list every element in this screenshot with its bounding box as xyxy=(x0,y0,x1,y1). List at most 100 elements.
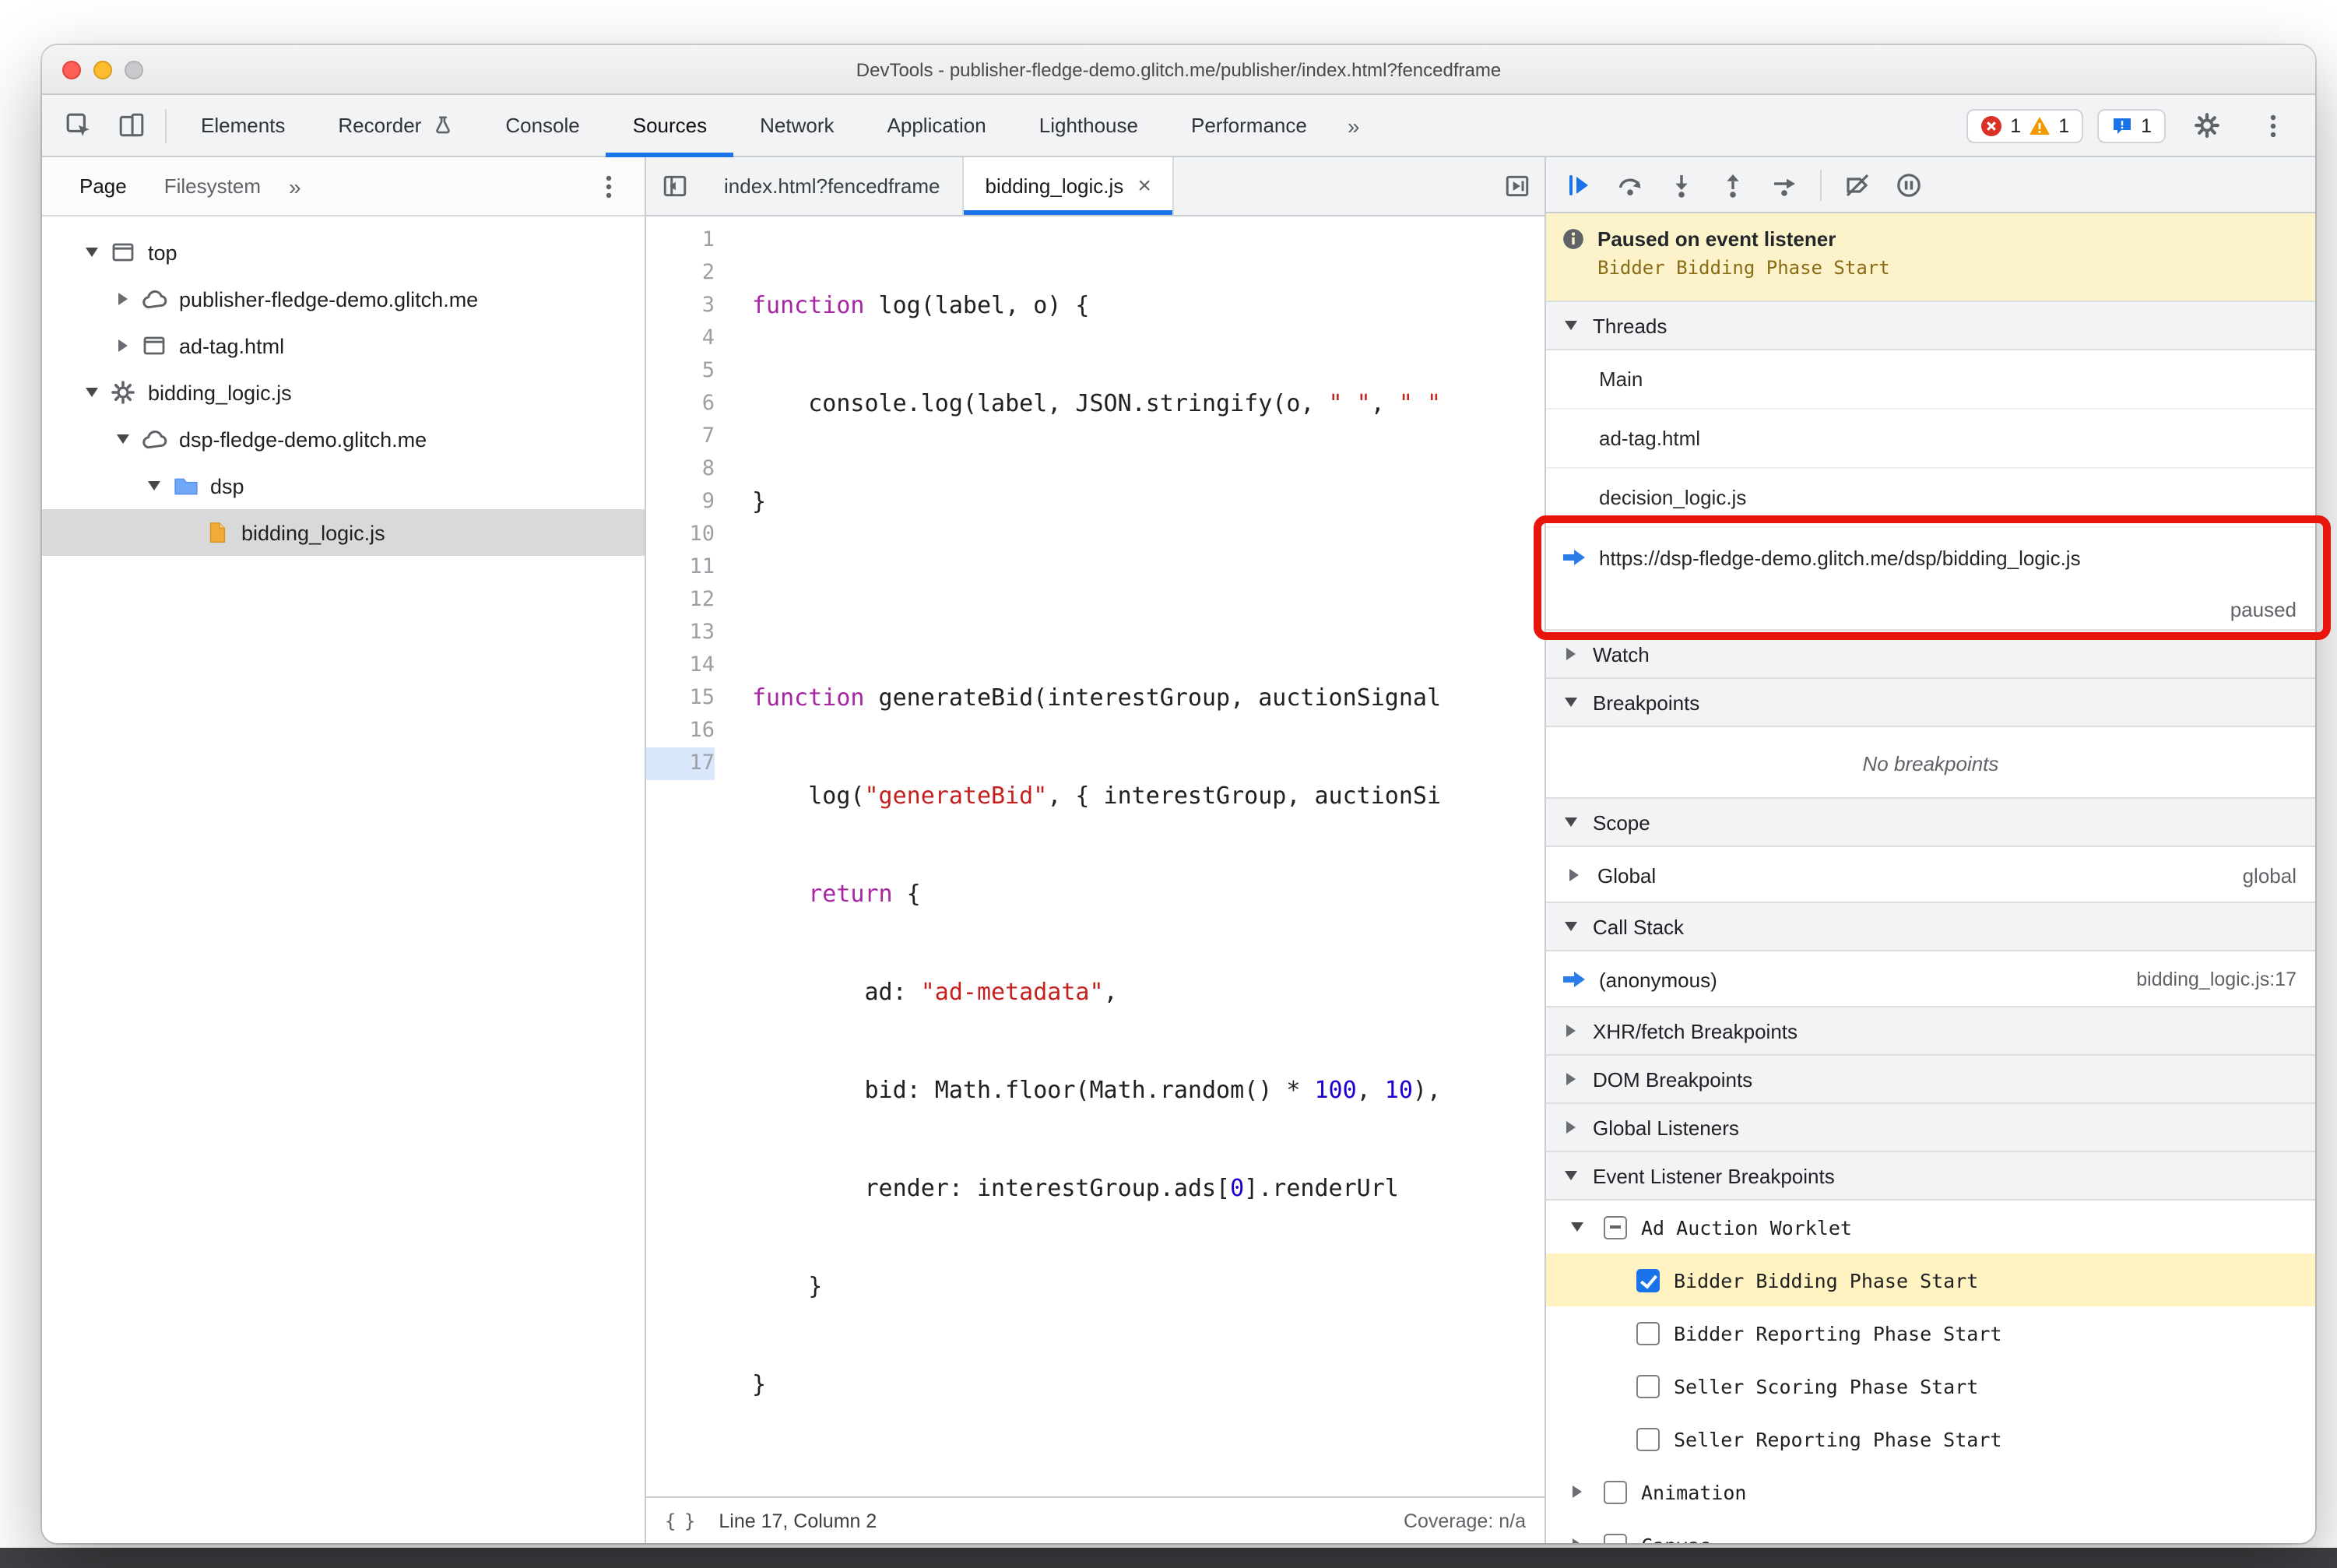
disclosure-triangle-icon[interactable] xyxy=(79,388,104,397)
tree-item-publisher-domain[interactable]: publisher-fledge-demo.glitch.me xyxy=(42,276,645,322)
step-into-button[interactable] xyxy=(1669,172,1694,197)
section-threads-header[interactable]: Threads xyxy=(1546,301,2315,350)
tree-item-bidding-logic-worklet[interactable]: bidding_logic.js xyxy=(42,369,645,416)
more-navigator-tabs-button[interactable]: » xyxy=(279,157,311,215)
tree-item-ad-tag[interactable]: ad-tag.html xyxy=(42,322,645,369)
disclosure-triangle-icon[interactable] xyxy=(111,434,135,444)
code-editor[interactable]: 1 2 3 4 5 6 7 8 9 10 11 12 13 14 15 16 1… xyxy=(646,216,1545,1496)
pause-on-exceptions-button[interactable] xyxy=(1896,172,1921,197)
chevron-down-icon xyxy=(1560,698,1582,707)
close-tab-icon[interactable]: × xyxy=(1137,174,1151,198)
section-scope-header[interactable]: Scope xyxy=(1546,797,2315,847)
section-dom-breakpoints-header[interactable]: DOM Breakpoints xyxy=(1546,1054,2315,1104)
checkbox-bidder-bidding-phase-start[interactable] xyxy=(1636,1268,1660,1292)
checkbox-canvas[interactable] xyxy=(1604,1533,1627,1543)
checkbox-seller-reporting-phase-start[interactable] xyxy=(1636,1427,1660,1450)
step-button[interactable] xyxy=(1772,172,1797,197)
info-icon xyxy=(1563,229,1583,249)
elb-item-seller-scoring-phase-start[interactable]: Seller Scoring Phase Start xyxy=(1546,1359,2315,1412)
section-title: DOM Breakpoints xyxy=(1593,1067,1753,1091)
thread-row-ad-tag[interactable]: ad-tag.html xyxy=(1546,410,2315,469)
section-breakpoints-header[interactable]: Breakpoints xyxy=(1546,677,2315,727)
step-over-button[interactable] xyxy=(1618,172,1643,197)
section-watch-header[interactable]: Watch xyxy=(1546,629,2315,679)
code-line: render: interestGroup.ads[0].renderUrl xyxy=(752,1174,1399,1202)
elb-item-seller-reporting-phase-start[interactable]: Seller Reporting Phase Start xyxy=(1546,1412,2315,1465)
disclosure-triangle-icon[interactable] xyxy=(1565,1485,1590,1498)
tab-recorder[interactable]: Recorder xyxy=(311,95,479,156)
elb-item-bidder-reporting-phase-start[interactable]: Bidder Reporting Phase Start xyxy=(1546,1306,2315,1359)
elb-item-bidder-bidding-phase-start[interactable]: Bidder Bidding Phase Start xyxy=(1546,1253,2315,1306)
resume-icon xyxy=(1569,174,1588,195)
fullscreen-window-button[interactable] xyxy=(125,60,143,79)
menu-button[interactable] xyxy=(2247,102,2300,149)
tab-console[interactable]: Console xyxy=(479,95,606,156)
code-lines: function log(label, o) { console.log(lab… xyxy=(736,216,1545,1496)
thread-row-decision-logic[interactable]: decision_logic.js xyxy=(1546,469,2315,528)
tab-overflow-button[interactable] xyxy=(1488,157,1545,215)
close-window-button[interactable] xyxy=(62,60,81,79)
editor-pane: index.html?fencedframe bidding_logic.js … xyxy=(646,157,1546,1543)
elb-item-label: Bidder Bidding Phase Start xyxy=(1674,1268,1979,1292)
tab-elements[interactable]: Elements xyxy=(174,95,311,156)
thread-row-main[interactable]: Main xyxy=(1546,350,2315,410)
code-line: function log(label, o) { xyxy=(752,291,1090,319)
device-toolbar-button[interactable] xyxy=(104,102,157,149)
tab-performance[interactable]: Performance xyxy=(1165,95,1334,156)
pretty-print-button[interactable]: { } xyxy=(665,1510,695,1531)
tab-filesystem[interactable]: Filesystem xyxy=(146,157,279,215)
section-title: Call Stack xyxy=(1593,915,1685,938)
resume-button[interactable] xyxy=(1566,172,1591,197)
settings-button[interactable] xyxy=(2180,102,2233,149)
errors-warnings-badge[interactable]: 1 1 xyxy=(1966,108,2084,142)
toggle-navigator-button[interactable] xyxy=(646,157,702,215)
tab-lighthouse[interactable]: Lighthouse xyxy=(1013,95,1165,156)
call-stack-frame-row[interactable]: (anonymous) bidding_logic.js:17 xyxy=(1546,951,2315,1007)
thread-paused-status: paused xyxy=(2230,597,2297,621)
issues-badge[interactable]: 1 xyxy=(2097,108,2166,142)
section-global-listeners-header[interactable]: Global Listeners xyxy=(1546,1102,2315,1152)
section-call-stack-header[interactable]: Call Stack xyxy=(1546,902,2315,951)
thread-row-bidding-logic[interactable]: https://dsp-fledge-demo.glitch.me/dsp/bi… xyxy=(1546,528,2315,587)
scope-label: Global xyxy=(1597,863,1657,887)
disclosure-triangle-icon[interactable] xyxy=(1565,1222,1590,1232)
tree-item-dsp-domain[interactable]: dsp-fledge-demo.glitch.me xyxy=(42,416,645,462)
tab-sources[interactable]: Sources xyxy=(606,95,733,157)
scope-global-row[interactable]: Global global xyxy=(1546,847,2315,903)
checkbox-seller-scoring-phase-start[interactable] xyxy=(1636,1374,1660,1397)
section-title: XHR/fetch Breakpoints xyxy=(1593,1019,1798,1042)
section-xhr-breakpoints-header[interactable]: XHR/fetch Breakpoints xyxy=(1546,1006,2315,1056)
elb-group-ad-auction-worklet[interactable]: Ad Auction Worklet xyxy=(1546,1201,2315,1253)
elb-group-animation[interactable]: Animation xyxy=(1546,1465,2315,1518)
checkbox-animation[interactable] xyxy=(1604,1480,1627,1503)
navigator-menu-button[interactable] xyxy=(582,163,635,209)
gear-icon xyxy=(2194,113,2219,138)
background-strip xyxy=(0,1548,2337,1568)
elb-group-label: Animation xyxy=(1641,1480,1747,1503)
minimize-window-button[interactable] xyxy=(93,60,112,79)
tree-item-bidding-logic-file[interactable]: bidding_logic.js xyxy=(42,509,645,556)
tab-network[interactable]: Network xyxy=(733,95,860,156)
elb-group-canvas[interactable]: Canvas xyxy=(1546,1518,2315,1543)
disclosure-triangle-icon[interactable] xyxy=(142,481,167,490)
tab-bidding-logic-js[interactable]: bidding_logic.js × xyxy=(963,157,1175,215)
step-out-button[interactable] xyxy=(1720,172,1745,197)
checkbox-ad-auction-worklet[interactable] xyxy=(1604,1215,1627,1239)
disclosure-triangle-icon[interactable] xyxy=(111,293,135,305)
more-tools-button[interactable]: » xyxy=(1334,113,1374,138)
tab-page[interactable]: Page xyxy=(61,157,146,215)
tab-application[interactable]: Application xyxy=(861,95,1013,156)
disclosure-triangle-icon[interactable] xyxy=(1565,1538,1590,1543)
section-event-listener-breakpoints-header[interactable]: Event Listener Breakpoints xyxy=(1546,1151,2315,1201)
disclosure-triangle-icon[interactable] xyxy=(79,248,104,257)
tab-index-html[interactable]: index.html?fencedframe xyxy=(702,157,964,215)
inspect-element-button[interactable] xyxy=(51,102,104,149)
tree-item-top[interactable]: top xyxy=(42,229,645,276)
tree-item-dsp-folder[interactable]: dsp xyxy=(42,462,645,509)
disclosure-triangle-icon[interactable] xyxy=(111,339,135,352)
paused-banner-detail: Bidder Bidding Phase Start xyxy=(1597,257,1890,279)
checkbox-bidder-reporting-phase-start[interactable] xyxy=(1636,1321,1660,1345)
deactivate-breakpoints-button[interactable] xyxy=(1845,172,1870,197)
window-title: DevTools - publisher-fledge-demo.glitch.… xyxy=(856,58,1502,80)
